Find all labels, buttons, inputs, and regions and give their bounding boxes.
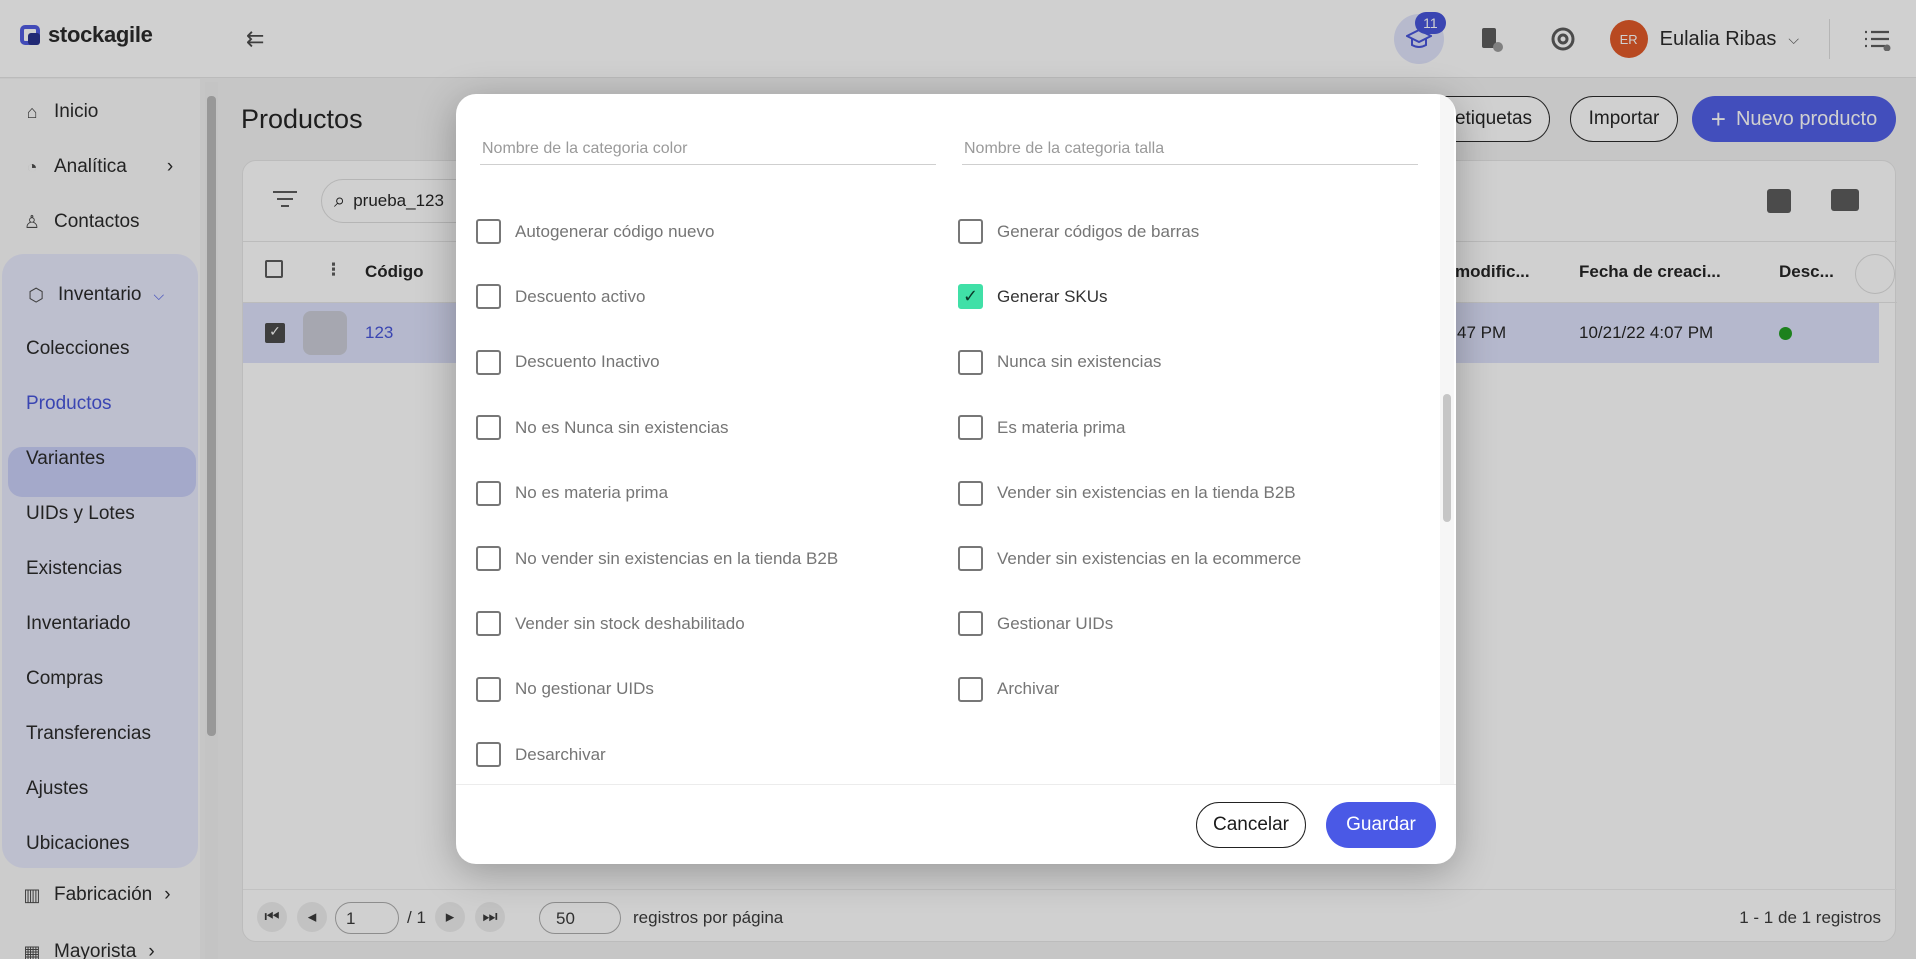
option-label: Descuento Inactivo bbox=[515, 352, 660, 372]
option-label: Vender sin existencias en la tienda B2B bbox=[997, 483, 1296, 503]
checkbox[interactable] bbox=[958, 349, 983, 375]
option-checkbox[interactable]: Generar códigos de barras bbox=[958, 219, 1199, 244]
option-label: Generar códigos de barras bbox=[997, 221, 1200, 241]
option-checkbox[interactable]: Descuento activo bbox=[476, 284, 646, 310]
option-label: No vender sin existencias en la tienda B… bbox=[515, 548, 839, 568]
option-checkbox[interactable]: No gestionar UIDs bbox=[476, 676, 654, 702]
checkbox[interactable] bbox=[476, 415, 501, 441]
option-checkbox[interactable]: Descuento Inactivo bbox=[476, 349, 660, 375]
option-checkbox[interactable]: Es materia prima bbox=[958, 415, 1126, 441]
option-label: No es Nunca sin existencias bbox=[515, 417, 729, 437]
checkbox[interactable] bbox=[476, 546, 501, 571]
checkbox[interactable] bbox=[476, 480, 501, 506]
option-checkbox[interactable]: Gestionar UIDs bbox=[958, 611, 1114, 637]
option-label: Desarchivar bbox=[515, 744, 606, 764]
option-checkbox[interactable]: No es materia prima bbox=[476, 480, 669, 506]
checkbox[interactable] bbox=[958, 611, 983, 637]
option-checkbox[interactable]: ✓ Generar SKUs bbox=[958, 284, 1108, 310]
option-checkbox[interactable]: Vender sin existencias en la tienda B2B bbox=[958, 480, 1296, 506]
color-category-field[interactable]: Nombre de la categoria color bbox=[480, 140, 936, 165]
option-label: Vender sin existencias en la ecommerce bbox=[997, 548, 1302, 568]
checkbox[interactable] bbox=[476, 219, 501, 244]
save-button[interactable]: Guardar bbox=[1326, 802, 1436, 848]
modal-scrollbar[interactable] bbox=[1440, 94, 1454, 784]
modal-footer bbox=[456, 784, 1456, 864]
checkbox[interactable] bbox=[958, 415, 983, 441]
option-label: Descuento activo bbox=[515, 286, 646, 306]
size-category-field[interactable]: Nombre de la categoria talla bbox=[962, 140, 1418, 165]
option-label: Gestionar UIDs bbox=[997, 613, 1114, 633]
option-label: Generar SKUs bbox=[997, 286, 1108, 306]
scrollbar-thumb[interactable] bbox=[1443, 394, 1451, 522]
checkbox-checked[interactable]: ✓ bbox=[958, 284, 983, 310]
checkbox[interactable] bbox=[958, 219, 983, 244]
checkbox[interactable] bbox=[958, 480, 983, 506]
checkbox[interactable] bbox=[476, 742, 501, 768]
option-checkbox[interactable]: No vender sin existencias en la tienda B… bbox=[476, 546, 838, 571]
option-label: Es materia prima bbox=[997, 417, 1126, 437]
option-checkbox[interactable]: No es Nunca sin existencias bbox=[476, 415, 729, 441]
option-label: Nunca sin existencias bbox=[997, 352, 1162, 372]
option-label: Vender sin stock deshabilitado bbox=[515, 613, 745, 633]
option-checkbox[interactable]: Vender sin stock deshabilitado bbox=[476, 611, 745, 637]
cancel-button[interactable]: Cancelar bbox=[1196, 802, 1306, 848]
option-checkbox[interactable]: Desarchivar bbox=[476, 742, 606, 768]
option-checkbox[interactable]: Vender sin existencias en la ecommerce bbox=[958, 546, 1301, 571]
checkbox[interactable] bbox=[958, 546, 983, 571]
option-label: No gestionar UIDs bbox=[515, 679, 654, 699]
option-checkbox[interactable]: Autogenerar código nuevo bbox=[476, 219, 714, 244]
option-checkbox[interactable]: Archivar bbox=[958, 676, 1060, 702]
bulk-edit-dialog: Nombre de la categoria color Nombre de l… bbox=[456, 94, 1456, 864]
checkbox[interactable] bbox=[476, 284, 501, 310]
option-label: Archivar bbox=[997, 679, 1060, 699]
option-label: No es materia prima bbox=[515, 483, 669, 503]
option-label: Autogenerar código nuevo bbox=[515, 221, 715, 241]
option-checkbox[interactable]: Nunca sin existencias bbox=[958, 349, 1162, 375]
checkbox[interactable] bbox=[476, 676, 501, 702]
checkbox[interactable] bbox=[958, 676, 983, 702]
checkbox[interactable] bbox=[476, 349, 501, 375]
checkbox[interactable] bbox=[476, 611, 501, 637]
